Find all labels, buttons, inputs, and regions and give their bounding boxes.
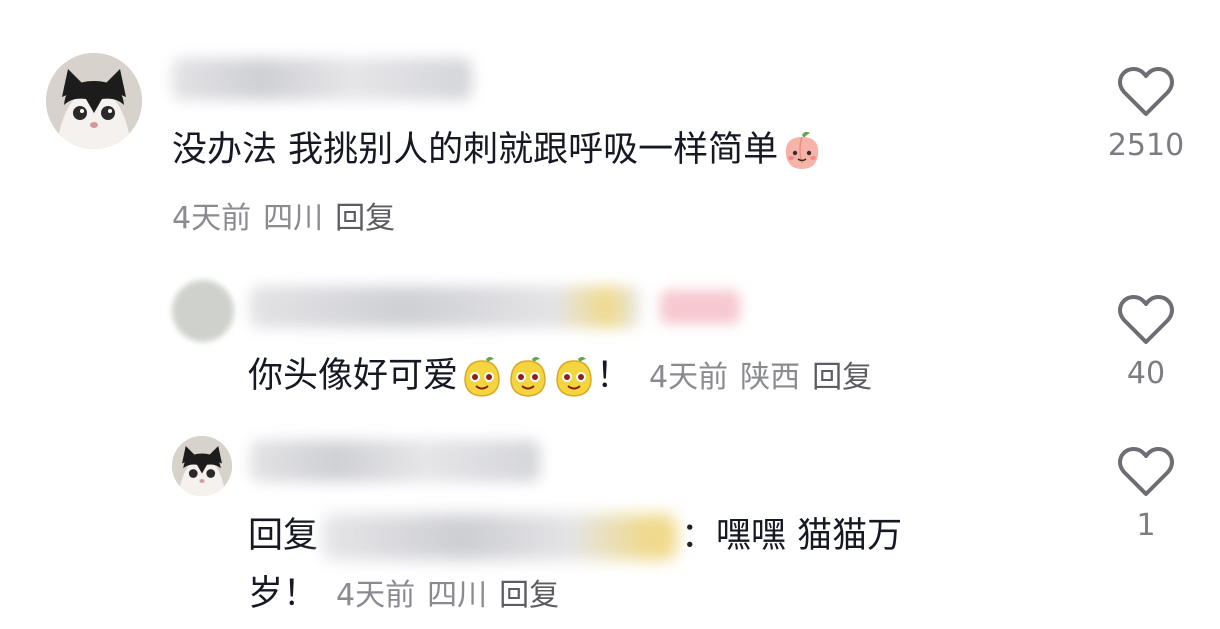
reply-button[interactable]: 回复	[335, 201, 395, 236]
reply-button[interactable]: 回复	[812, 360, 872, 395]
reply-avatar[interactable]	[172, 280, 234, 342]
like-button[interactable]: 40	[1106, 294, 1186, 391]
lemon-face-emoji-icon	[506, 355, 550, 399]
comment-location: 四川	[263, 201, 324, 236]
reply-text-body: 你头像好可爱	[248, 356, 459, 396]
comment-text-body: 没办法 我挑别人的刺就跟呼吸一样简单	[172, 130, 779, 170]
lemon-face-emoji-icon	[552, 355, 596, 399]
reply-time: 4天前	[649, 360, 729, 395]
reply-location: 四川	[427, 578, 488, 613]
like-count: 2510	[1107, 128, 1185, 163]
reply-text-body-line2: 岁！	[248, 574, 319, 614]
comment-time: 4天前	[172, 201, 252, 236]
reply-username-blurred[interactable]	[250, 286, 640, 328]
reply-avatar[interactable]	[172, 436, 232, 496]
reply-meta: 4天前 陕西 回复	[649, 360, 884, 395]
reply-button[interactable]: 回复	[499, 578, 559, 613]
reply-text-body: ：嘿嘿 猫猫万	[681, 516, 903, 556]
comment-avatar[interactable]	[46, 53, 142, 149]
reply-prefix: 回复	[248, 516, 319, 556]
reply-time: 4天前	[336, 578, 416, 613]
heart-outline-icon	[1118, 67, 1174, 116]
like-count: 1	[1136, 508, 1156, 543]
peach-emoji-icon	[780, 129, 824, 173]
comment-text: 没办法 我挑别人的刺就跟呼吸一样简单	[172, 128, 824, 173]
comment-username-blurred[interactable]	[172, 58, 472, 100]
author-tag-blurred	[660, 290, 740, 324]
like-button[interactable]: 2510	[1106, 66, 1186, 163]
like-button[interactable]: 1	[1106, 446, 1186, 543]
comment-meta: 4天前 四川 回复	[172, 193, 407, 237]
like-count: 40	[1126, 356, 1166, 391]
heart-outline-icon	[1118, 295, 1174, 344]
lemon-face-emoji-icon	[460, 355, 504, 399]
reply-meta: 4天前 四川 回复	[336, 578, 571, 613]
heart-outline-icon	[1118, 447, 1174, 496]
reply-text: 回复 ：嘿嘿 猫猫万	[248, 514, 902, 560]
reply-text-line2: 岁！ 4天前 四川 回复	[248, 572, 571, 618]
reply-username-blurred[interactable]	[250, 440, 540, 482]
reply-location: 陕西	[740, 360, 801, 395]
reply-exclamation: ！	[596, 356, 632, 396]
reply-text: 你头像好可爱 ！ 4天前 陕西 回复	[248, 354, 884, 400]
mentioned-username-blurred[interactable]	[322, 514, 678, 560]
